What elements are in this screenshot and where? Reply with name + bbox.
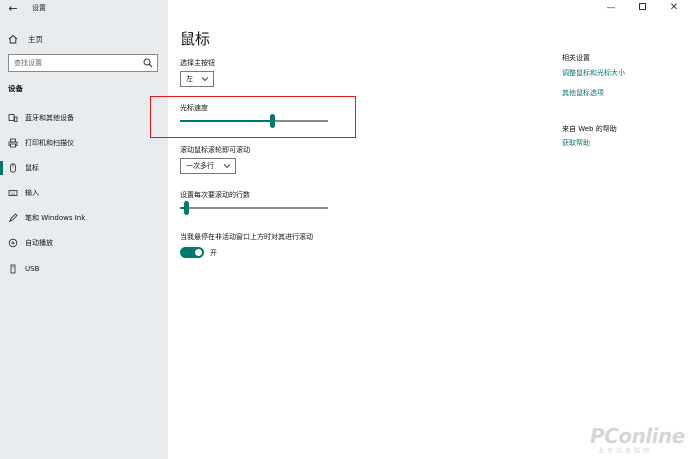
search-icon[interactable] bbox=[143, 58, 153, 68]
watermark-subtitle: 太平洋电脑网 bbox=[598, 448, 653, 455]
page-title: 鼠标 bbox=[180, 30, 211, 48]
sidebar-item-bluetooth[interactable]: 蓝牙和其他设备 bbox=[0, 107, 168, 129]
autoplay-icon bbox=[8, 238, 18, 248]
sidebar-item-mouse[interactable]: 鼠标 bbox=[0, 157, 168, 179]
active-indicator bbox=[0, 161, 3, 175]
wheel-scroll-dropdown[interactable]: 一次多行 bbox=[180, 158, 236, 174]
toggle-knob bbox=[195, 249, 202, 256]
wheel-scroll-label: 滚动鼠标滚轮即可滚动 bbox=[180, 146, 250, 154]
chevron-down-icon bbox=[201, 77, 209, 82]
window-title: 设置 bbox=[32, 4, 46, 12]
get-help-link[interactable]: 获取帮助 bbox=[562, 138, 590, 148]
search-box[interactable] bbox=[8, 54, 158, 72]
home-label: 主页 bbox=[28, 34, 43, 44]
sidebar-item-usb[interactable]: USB bbox=[0, 258, 168, 280]
watermark-logo: PConline bbox=[590, 424, 685, 448]
sidebar-item-label: 鼠标 bbox=[25, 164, 39, 172]
cursor-speed-highlight bbox=[150, 96, 356, 138]
usb-icon bbox=[10, 264, 16, 274]
sidebar-item-label: USB bbox=[25, 265, 40, 273]
sidebar: 主页 设备 蓝牙和其他设备 打印机和扫描仪 鼠标 bbox=[0, 0, 168, 459]
inactive-scroll-state: 开 bbox=[210, 249, 217, 257]
primary-button-dropdown[interactable]: 左 bbox=[180, 71, 214, 87]
inactive-scroll-toggle[interactable] bbox=[180, 247, 204, 258]
home-icon bbox=[8, 34, 18, 44]
adjust-pointer-size-link[interactable]: 调整鼠标和光标大小 bbox=[562, 68, 625, 78]
slider-thumb[interactable] bbox=[184, 201, 189, 215]
chevron-down-icon bbox=[223, 164, 231, 169]
web-help-heading: 来自 Web 的帮助 bbox=[562, 125, 617, 133]
search-input[interactable] bbox=[9, 55, 137, 71]
related-settings-heading: 相关设置 bbox=[562, 54, 590, 62]
sidebar-item-label: 自动播放 bbox=[25, 239, 53, 247]
sidebar-item-label: 蓝牙和其他设备 bbox=[25, 114, 74, 122]
sidebar-item-label: 输入 bbox=[25, 189, 39, 197]
lines-per-scroll-slider[interactable] bbox=[180, 201, 328, 215]
section-title: 设备 bbox=[8, 84, 23, 93]
inactive-scroll-label: 当我悬停在非活动窗口上方时对其进行滚动 bbox=[180, 233, 313, 241]
printer-icon bbox=[8, 138, 18, 148]
bluetooth-device-icon bbox=[8, 114, 18, 122]
primary-button-label: 选择主按钮 bbox=[180, 59, 215, 67]
wheel-scroll-value: 一次多行 bbox=[186, 162, 214, 170]
sidebar-item-printers[interactable]: 打印机和扫描仪 bbox=[0, 132, 168, 154]
keyboard-icon bbox=[8, 190, 18, 196]
mouse-icon bbox=[10, 163, 16, 173]
sidebar-item-input[interactable]: 输入 bbox=[0, 182, 168, 204]
slider-track bbox=[180, 207, 328, 209]
sidebar-item-autoplay[interactable]: 自动播放 bbox=[0, 232, 168, 254]
sidebar-item-pen[interactable]: 笔和 Windows Ink bbox=[0, 207, 168, 229]
home-nav-item[interactable]: 主页 bbox=[8, 32, 43, 46]
other-mouse-options-link[interactable]: 其他鼠标选项 bbox=[562, 88, 604, 98]
lines-per-scroll-label: 设置每次要滚动的行数 bbox=[180, 191, 250, 199]
primary-button-value: 左 bbox=[186, 75, 193, 83]
back-button[interactable]: ← bbox=[6, 2, 20, 16]
pen-icon bbox=[8, 213, 18, 223]
sidebar-item-label: 打印机和扫描仪 bbox=[25, 139, 74, 147]
sidebar-item-label: 笔和 Windows Ink bbox=[25, 214, 86, 222]
